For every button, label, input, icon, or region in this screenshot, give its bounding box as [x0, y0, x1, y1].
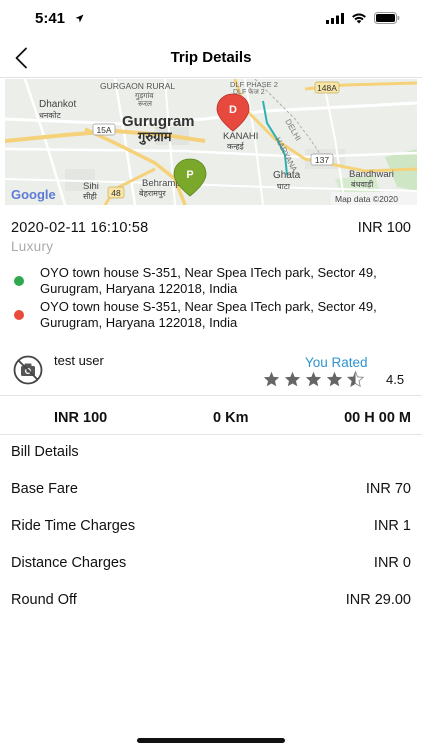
summary-total: INR 100 [54, 410, 108, 426]
bill-item-value: INR 29.00 [345, 592, 411, 608]
star-icon [326, 371, 343, 387]
star-half-icon [347, 371, 364, 387]
map-copyright: Map data ©2020 [335, 194, 398, 204]
summary-duration: 00 H 00 M [344, 410, 411, 426]
location-arrow-icon [75, 14, 84, 23]
map-label-gurgaon-rural-hi2: रूरल [138, 99, 153, 108]
status-time: 5:41 [35, 10, 66, 27]
drop-address: OYO town house S-351, Near Spea ITech pa… [40, 299, 377, 330]
trip-datetime: 2020-02-11 16:10:58 [11, 220, 149, 236]
home-indicator [137, 738, 285, 743]
map-label-gurugram-hi: गुरुग्राम [137, 129, 173, 145]
map-label-kanahi-hi: कन्हई [227, 141, 245, 151]
bill-item-label: Distance Charges [11, 555, 127, 571]
map-canvas: 148A 15A 137 48 GURGAON RURAL गुड़गांव र… [5, 79, 417, 205]
map-label-bandhwari-hi: बंधवाड़ी [351, 179, 374, 189]
you-rated-label: You Rated [305, 355, 368, 370]
map-label-gurgaon-rural: GURGAON RURAL [100, 81, 175, 91]
divider [0, 395, 422, 396]
map-label-road-15a: 15A [96, 125, 111, 135]
pickup-address: OYO town house S-351, Near Spea ITech pa… [40, 265, 377, 296]
map-label-kanahi: KANAHI [223, 131, 258, 142]
star-icon [305, 371, 322, 387]
map-label-behrampur-hi: बेहरामपुर [139, 188, 166, 199]
summary-distance: 0 Km [213, 410, 249, 426]
map-label-ghata-hi: घाटा [277, 182, 291, 191]
bill-item-label: Ride Time Charges [11, 518, 136, 534]
star-icon [284, 371, 301, 387]
map-label-dhankot: Dhankot [39, 99, 76, 110]
bill-details-heading: Bill Details [11, 444, 79, 460]
map-label-sihi: Sihi [83, 181, 99, 192]
pickup-dot-icon [14, 276, 24, 286]
drop-dot-icon [14, 310, 24, 320]
divider [0, 434, 422, 435]
bill-item-value: INR 70 [365, 481, 411, 497]
map-label-highway: 148A [317, 83, 337, 93]
map-label-road-137: 137 [315, 155, 329, 165]
bill-item-label: Base Fare [11, 481, 78, 497]
pickup-marker-label: P [186, 169, 193, 181]
trip-map[interactable]: 148A 15A 137 48 GURGAON RURAL गुड़गांव र… [5, 79, 417, 205]
drop-marker-label: D [229, 104, 237, 116]
bill-item-value: INR 0 [373, 555, 411, 571]
map-label-dhankot-hi: धनकोट [39, 110, 62, 120]
star-rating [263, 371, 364, 387]
map-label-sihi-hi: सीही [83, 191, 98, 201]
no-photo-icon [13, 355, 43, 385]
star-icon [263, 371, 280, 387]
trip-fare: INR 100 [357, 220, 411, 236]
map-label-dlf2: DLF PHASE 2 [230, 80, 278, 89]
bill-item-label: Round Off [11, 592, 77, 608]
driver-name: test user [54, 353, 104, 368]
google-logo: Google [11, 187, 56, 202]
navigation-bar: Trip Details [0, 40, 422, 78]
wifi-icon [352, 13, 366, 24]
page-title: Trip Details [170, 49, 252, 66]
battery-icon [374, 12, 400, 24]
status-icons [326, 12, 400, 24]
status-bar: 5:41 [0, 0, 422, 40]
map-label-ghata: Ghata [273, 170, 301, 181]
rating-value: 4.5 [386, 372, 405, 387]
map-label-bandhwari: Bandhwari [349, 169, 394, 180]
bill-item-value: INR 1 [373, 518, 411, 534]
map-label-road-48: 48 [111, 188, 121, 198]
vehicle-type: Luxury [11, 239, 54, 254]
cellular-signal-icon [326, 12, 344, 24]
map-label-gurugram: Gurugram [122, 113, 195, 130]
